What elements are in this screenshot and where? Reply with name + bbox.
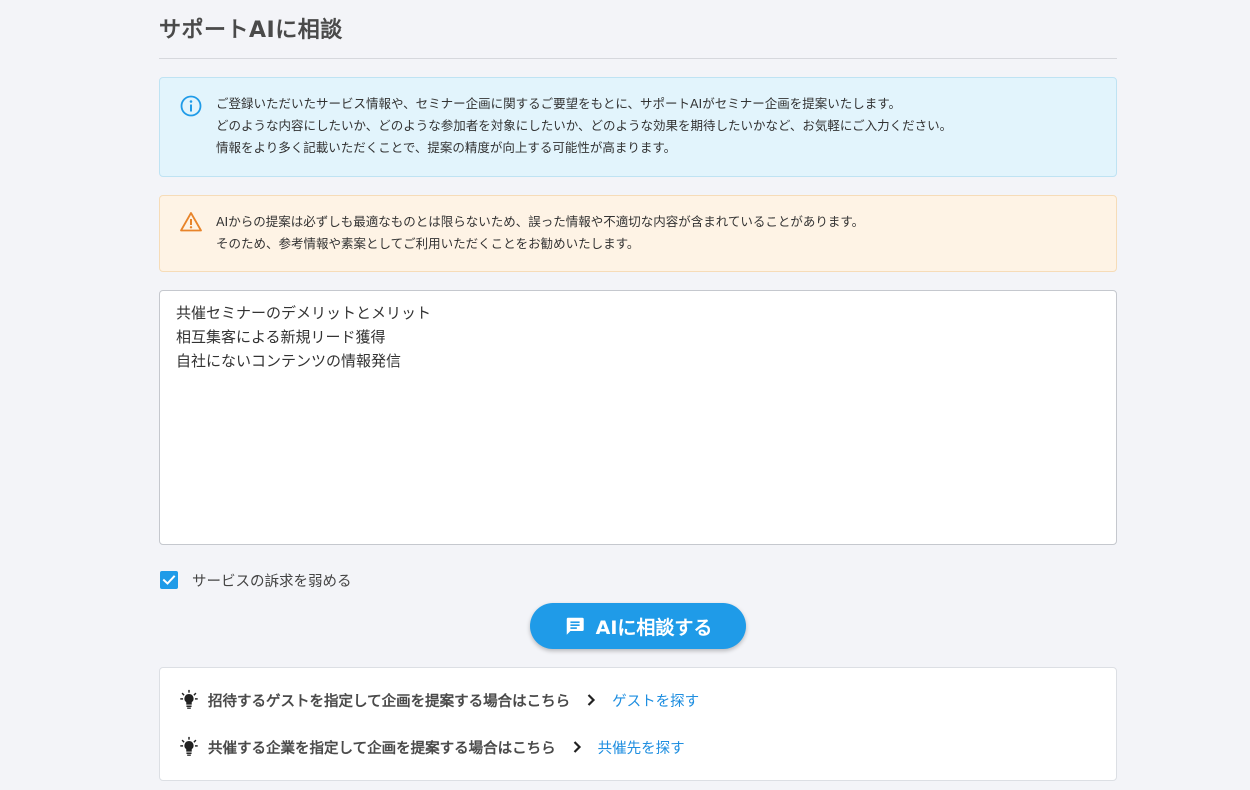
weaken-appeal-label[interactable]: サービスの訴求を弱める <box>192 570 352 591</box>
find-cohost-link[interactable]: 共催先を探す <box>598 737 685 758</box>
info-notice-line: 情報をより多く記載いただくことで、提案の精度が向上する可能性が高まります。 <box>216 140 677 155</box>
page-title: サポートAIに相談 <box>159 18 343 43</box>
warning-notice: AIからの提案は必ずしも最適なものとは限らないため、誤った情報や不適切な内容が含… <box>159 195 1117 272</box>
title-divider <box>159 58 1117 59</box>
prompt-text-line: 共催セミナーのデメリットとメリット <box>176 304 432 322</box>
find-guest-link[interactable]: ゲストを探す <box>612 690 699 711</box>
weaken-appeal-checkbox[interactable] <box>160 571 178 589</box>
prompt-text-line: 自社にないコンテンツの情報発信 <box>176 352 402 370</box>
lightbulb-icon <box>178 689 200 711</box>
warning-notice-line: AIからの提案は必ずしも最適なものとは限らないため、誤った情報や不適切な内容が含… <box>216 214 865 229</box>
info-notice-line: ご登録いただいたサービス情報や、セミナー企画に関するご要望をもとに、サポートAI… <box>216 96 901 111</box>
cohost-proposal-row: 共催する企業を指定して企画を提案する場合はこちら 共催先を探す <box>178 735 685 759</box>
warning-notice-line: そのため、参考情報や素案としてご利用いただくことをお勧めいたします。 <box>216 236 640 251</box>
prompt-text-line: 相互集客による新規リード獲得 <box>176 328 386 346</box>
consultation-textarea[interactable]: 共催セミナーのデメリットとメリット 相互集客による新規リード獲得 自社にないコン… <box>159 290 1117 545</box>
proposal-links-card: 招待するゲストを指定して企画を提案する場合はこちら ゲストを探す 共催する企業を… <box>159 667 1117 781</box>
chevron-right-icon <box>570 740 584 754</box>
weaken-appeal-option[interactable]: サービスの訴求を弱める <box>159 570 352 590</box>
checkmark-icon <box>162 575 176 585</box>
info-icon <box>179 94 203 118</box>
info-notice: ご登録いただいたサービス情報や、セミナー企画に関するご要望をもとに、サポートAI… <box>159 77 1117 177</box>
guest-proposal-row: 招待するゲストを指定して企画を提案する場合はこちら ゲストを探す <box>178 688 699 712</box>
info-notice-line: どのような内容にしたいか、どのような参加者を対象にしたいか、どのような効果を期待… <box>216 118 953 133</box>
chevron-right-icon <box>584 693 598 707</box>
consult-ai-button-label: AIに相談する <box>595 616 713 639</box>
warning-icon <box>179 210 203 234</box>
cohost-proposal-text: 共催する企業を指定して企画を提案する場合はこちら <box>208 740 556 757</box>
chat-icon <box>564 615 586 637</box>
guest-proposal-text: 招待するゲストを指定して企画を提案する場合はこちら <box>208 693 571 710</box>
consult-ai-button[interactable]: AIに相談する <box>530 603 746 649</box>
lightbulb-icon <box>178 736 200 758</box>
